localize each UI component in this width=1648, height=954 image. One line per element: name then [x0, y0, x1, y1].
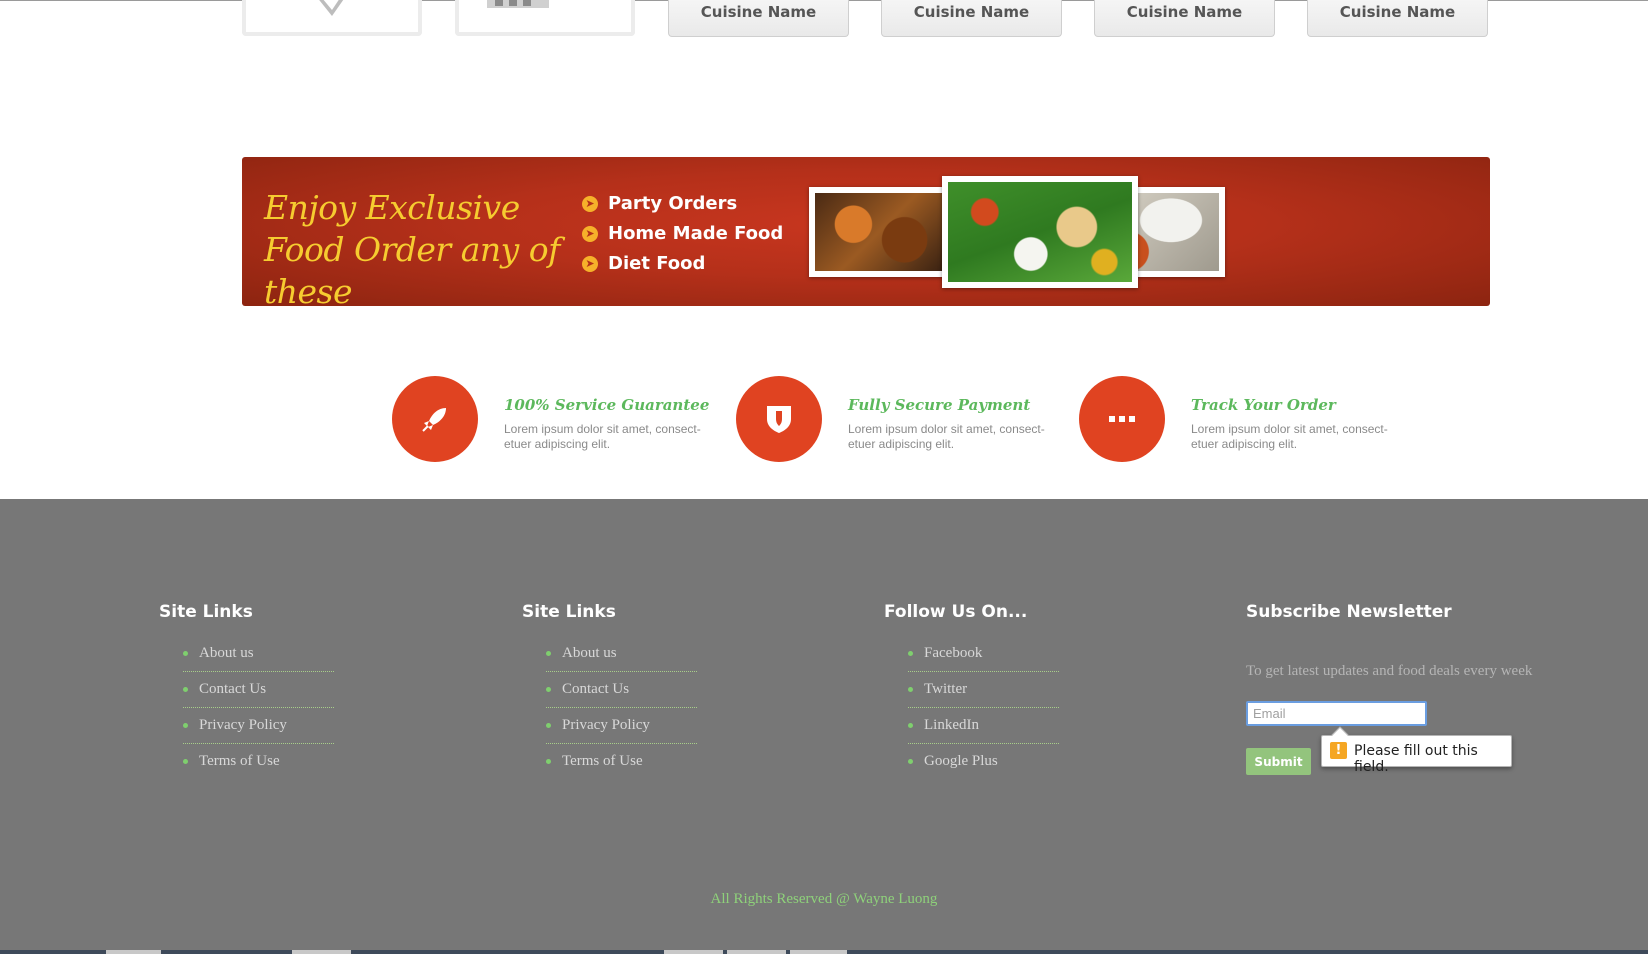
banner-item-label: Party Orders — [608, 193, 738, 214]
banner-list-item: ➤ Home Made Food — [582, 219, 783, 249]
cuisine-name-button-2[interactable]: Cuisine Name — [881, 0, 1062, 37]
footer-link-google-plus[interactable]: Google Plus — [908, 744, 1059, 780]
newsletter-submit-button[interactable]: Submit — [1246, 748, 1311, 775]
footer-link-list: Facebook Twitter LinkedIn Google Plus — [884, 636, 1214, 780]
chevron-right-icon: ➤ — [582, 196, 598, 212]
footer-link-contact[interactable]: Contact Us — [183, 672, 334, 708]
tooltip-arrow — [1331, 726, 1349, 744]
banner-item-label: Home Made Food — [608, 223, 784, 244]
food-photo-2 — [942, 176, 1138, 288]
cuisine-name-button-3[interactable]: Cuisine Name — [1094, 0, 1275, 37]
cuisine-logo-tile-2[interactable] — [455, 0, 635, 36]
taskbar-tab[interactable] — [106, 950, 161, 954]
feature-text: Lorem ipsum dolor sit amet, consect-etue… — [848, 422, 1045, 451]
footer-column-follow-us: Follow Us On... Facebook Twitter LinkedI… — [884, 602, 1214, 780]
banner-list-item: ➤ Diet Food — [582, 249, 783, 279]
footer-column-heading: Site Links — [159, 602, 253, 622]
footer-link-list: About us Contact Us Privacy Policy Terms… — [159, 636, 489, 780]
banner-title: Enjoy Exclusive Food Order any of these — [264, 188, 560, 311]
footer-column-heading: Subscribe Newsletter — [1246, 602, 1452, 622]
chevron-right-icon: ➤ — [582, 226, 598, 242]
feature-track-order: Track Your Order Lorem ipsum dolor sit a… — [1079, 376, 1409, 466]
cuisine-row: Cuisine Name Cuisine Name Cuisine Name C… — [0, 0, 1648, 40]
taskbar-tab[interactable] — [664, 950, 723, 954]
feature-title: Track Your Order — [1191, 396, 1336, 414]
rocket-icon — [392, 376, 478, 462]
footer-link-privacy[interactable]: Privacy Policy — [546, 708, 697, 744]
cuisine-logo-image-2 — [487, 0, 549, 8]
promo-banner[interactable]: Enjoy Exclusive Food Order any of these … — [242, 157, 1490, 311]
feature-title: Fully Secure Payment — [848, 396, 1031, 414]
food-photo-1 — [809, 187, 949, 277]
footer-column-heading: Site Links — [522, 602, 616, 622]
feature-title: 100% Service Guarantee — [504, 396, 710, 414]
footer-link-about[interactable]: About us — [546, 636, 697, 672]
validation-message: Please fill out this field. — [1354, 743, 1478, 775]
ellipsis-icon — [1079, 376, 1165, 462]
warning-icon: ! — [1330, 742, 1347, 759]
newsletter-email-input[interactable] — [1246, 701, 1427, 726]
feature-text: Lorem ipsum dolor sit amet, consect-etue… — [504, 422, 701, 451]
footer-column-newsletter: Subscribe Newsletter — [1246, 602, 1576, 622]
chevron-right-icon: ➤ — [582, 256, 598, 272]
footer-column-heading: Follow Us On... — [884, 602, 1028, 622]
copyright-text: All Rights Reserved @ Wayne Luong — [710, 891, 938, 907]
footer-link-list: About us Contact Us Privacy Policy Terms… — [522, 636, 852, 780]
shield-icon — [736, 376, 822, 462]
footer-link-twitter[interactable]: Twitter — [908, 672, 1059, 708]
footer-link-facebook[interactable]: Facebook — [908, 636, 1059, 672]
footer-link-about[interactable]: About us — [183, 636, 334, 672]
footer-link-privacy[interactable]: Privacy Policy — [183, 708, 334, 744]
footer-link-terms[interactable]: Terms of Use — [546, 744, 697, 780]
banner-item-label: Diet Food — [608, 253, 706, 274]
footer-link-contact[interactable]: Contact Us — [546, 672, 697, 708]
cuisine-name-button-4[interactable]: Cuisine Name — [1307, 0, 1488, 37]
site-footer: Site Links About us Contact Us Privacy P… — [0, 499, 1648, 954]
validation-tooltip: ! Please fill out this field. — [1321, 726, 1512, 775]
feature-service-guarantee: 100% Service Guarantee Lorem ipsum dolor… — [392, 376, 722, 466]
newsletter-description: To get latest updates and food deals eve… — [1246, 663, 1533, 679]
cuisine-name-button-1[interactable]: Cuisine Name — [668, 0, 849, 37]
banner-list: ➤ Party Orders ➤ Home Made Food ➤ Diet Food — [582, 189, 783, 279]
footer-column-site-links-2: Site Links About us Contact Us Privacy P… — [522, 602, 852, 780]
taskbar-tab[interactable] — [790, 950, 847, 954]
taskbar-tab[interactable] — [292, 950, 351, 954]
feature-secure-payment: Fully Secure Payment Lorem ipsum dolor s… — [736, 376, 1066, 466]
feature-text: Lorem ipsum dolor sit amet, consect-etue… — [1191, 422, 1388, 451]
footer-column-site-links-1: Site Links About us Contact Us Privacy P… — [159, 602, 489, 780]
footer-link-linkedin[interactable]: LinkedIn — [908, 708, 1059, 744]
taskbar-tab[interactable] — [727, 950, 786, 954]
footer-link-terms[interactable]: Terms of Use — [183, 744, 334, 780]
banner-list-item: ➤ Party Orders — [582, 189, 783, 219]
cuisine-logo-image-1 — [319, 0, 344, 16]
cuisine-logo-tile-1[interactable] — [242, 0, 422, 36]
